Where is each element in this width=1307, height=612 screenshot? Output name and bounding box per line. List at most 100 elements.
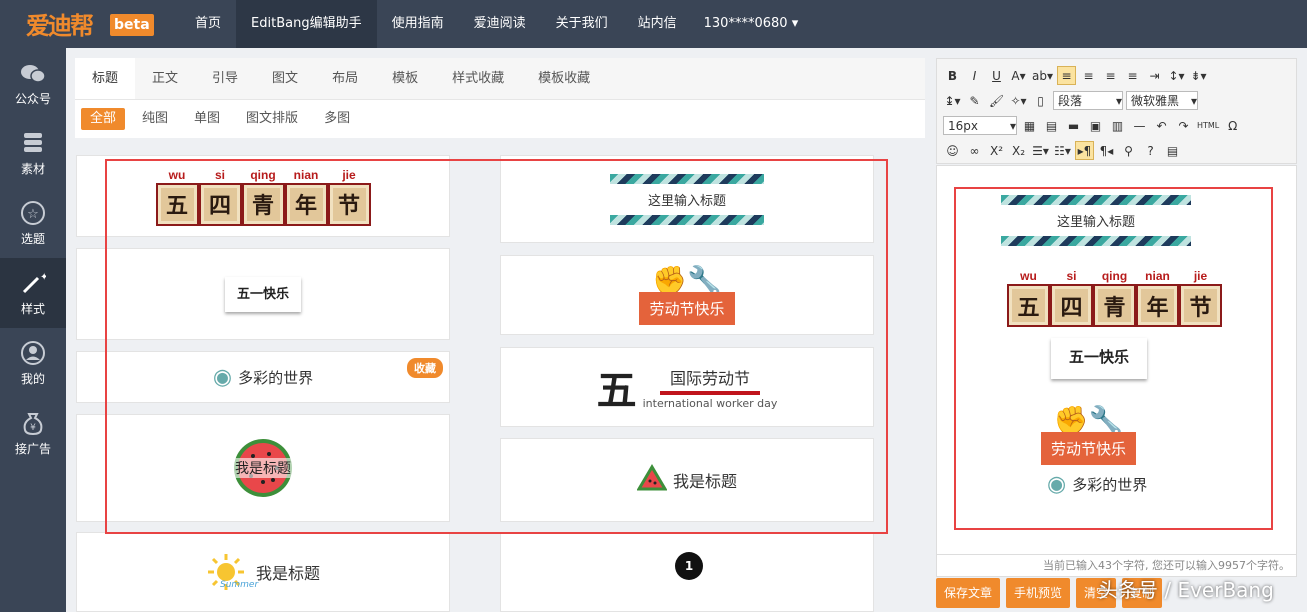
tab-title[interactable]: 标题	[75, 58, 136, 99]
hanzi-tile: 节	[1179, 284, 1222, 327]
editor-toolbar: B I U A▾ ab▾ ≡ ≡ ≡ ≡ ⇥ ↕▾ ⇟▾ ↨▾ ✎ 🖌 ✧▾ ▯…	[936, 58, 1297, 164]
rtl-icon[interactable]: ¶◂	[1097, 141, 1116, 160]
unordered-list-icon[interactable]: ☷▾	[1053, 141, 1072, 160]
tab-template[interactable]: 模板	[375, 58, 435, 99]
save-article-button[interactable]: 保存文章	[936, 578, 1001, 608]
horizontal-rule-icon[interactable]: —	[1130, 116, 1149, 135]
redo-icon[interactable]: ↷	[1174, 116, 1193, 135]
align-left-icon[interactable]: ≡	[1057, 66, 1076, 85]
page-number[interactable]: 1	[675, 552, 703, 580]
tab-template-favorites[interactable]: 模板收藏	[521, 58, 607, 99]
wechat-icon	[19, 60, 47, 86]
sidebar-item-material[interactable]: 素材	[0, 118, 66, 188]
editor-may-day: 五一快乐	[1051, 338, 1148, 379]
tab-style-favorites[interactable]: 样式收藏	[435, 58, 521, 99]
find-icon[interactable]: ⚲	[1119, 141, 1138, 160]
filter-image-text-layout[interactable]: 图文排版	[237, 108, 307, 130]
font-size-select[interactable]: 16px ▾	[943, 116, 1017, 135]
italic-icon[interactable]: I	[965, 66, 984, 85]
svg-text:✦: ✦	[40, 272, 46, 283]
top-nav: 首页 EditBang编辑助手 使用指南 爱迪阅读 关于我们 站内信 130**…	[180, 0, 810, 48]
paragraph-value: 段落	[1058, 94, 1083, 108]
tab-layout[interactable]: 布局	[315, 58, 375, 99]
underline-icon[interactable]: U	[987, 66, 1006, 85]
align-center-icon[interactable]: ≡	[1079, 66, 1098, 85]
ordered-list-icon[interactable]: ☰▾	[1031, 141, 1050, 160]
money-bag-icon: ¥	[19, 410, 47, 436]
page-icon[interactable]: ▥	[1108, 116, 1127, 135]
filter-tabs: 全部 纯图 单图 图文排版 多图	[75, 100, 925, 138]
align-justify-icon[interactable]: ≡	[1123, 66, 1142, 85]
filter-single-image[interactable]: 单图	[185, 108, 229, 130]
nav-messages[interactable]: 站内信	[623, 0, 692, 48]
subscript-icon[interactable]: X₂	[1009, 141, 1028, 160]
pinyin: wu	[1020, 269, 1037, 283]
nav-home[interactable]: 首页	[180, 0, 236, 48]
filter-all[interactable]: 全部	[81, 108, 126, 130]
line-height-icon[interactable]: ↕▾	[1167, 66, 1186, 85]
indent-icon[interactable]: ⇥	[1145, 66, 1164, 85]
filter-multi-image[interactable]: 多图	[315, 108, 359, 130]
multi-image-icon[interactable]: ▣	[1086, 116, 1105, 135]
zigzag-border-top	[1001, 195, 1191, 205]
nav-editbang[interactable]: EditBang编辑助手	[236, 0, 377, 48]
template-card-summer[interactable]: Summer 我是标题	[76, 532, 450, 612]
html-icon[interactable]: HTML	[1196, 116, 1220, 135]
sidebar-label: 样式	[20, 301, 45, 316]
eraser-icon[interactable]: ✎	[965, 91, 984, 110]
font-select[interactable]: 微软雅黑 ▾	[1126, 91, 1198, 110]
pinyin: qing	[1101, 269, 1128, 283]
sun-icon: Summer	[206, 552, 258, 592]
bold-icon[interactable]: B	[943, 66, 962, 85]
filter-pure-image[interactable]: 纯图	[133, 108, 177, 130]
row-spacing-icon[interactable]: ↨▾	[943, 91, 962, 110]
superscript-icon[interactable]: X²	[987, 141, 1006, 160]
sidebar-label: 接广告	[14, 441, 51, 456]
help-icon[interactable]: ?	[1141, 141, 1160, 160]
editor-youth-day: wu 五 si 四 qing 青 nian 年 jie 节	[1007, 268, 1222, 327]
svg-text:¥: ¥	[30, 423, 36, 433]
tab-guide[interactable]: 引导	[195, 58, 255, 99]
sidebar-item-mine[interactable]: 我的	[0, 328, 66, 398]
tab-image-text[interactable]: 图文	[255, 58, 315, 99]
image-text-icon[interactable]: ▤	[1042, 116, 1061, 135]
svg-text:☆: ☆	[27, 207, 39, 222]
mobile-preview-button[interactable]: 手机预览	[1006, 578, 1071, 608]
pinyin: nian	[1145, 269, 1170, 283]
sidebar-item-styles[interactable]: ✦ 样式	[0, 258, 66, 328]
nav-about[interactable]: 关于我们	[541, 0, 623, 48]
sidebar-item-wechat[interactable]: 公众号	[0, 48, 66, 118]
paragraph-spacing-icon[interactable]: ⇟▾	[1189, 66, 1208, 85]
image-icon[interactable]: ▬	[1064, 116, 1083, 135]
material-icon	[19, 130, 47, 156]
paragraph-select[interactable]: 段落 ▾	[1053, 91, 1123, 110]
editor-canvas[interactable]: 这里输入标题 wu 五 si 四 qing 青 nian 年 jie 节 五一快乐 ✊🔧 …	[936, 165, 1297, 555]
font-value: 微软雅黑	[1131, 94, 1180, 108]
document-icon[interactable]: ▯	[1031, 91, 1050, 110]
pinyin: jie	[1193, 269, 1208, 283]
brand-logo[interactable]: 爱迪帮	[26, 6, 94, 41]
emoji-icon[interactable]: ☺	[943, 141, 962, 160]
sidebar-item-ads[interactable]: ¥ 接广告	[0, 398, 66, 468]
hanzi-tile: 年	[1136, 284, 1179, 327]
highlight-icon[interactable]: ab▾	[1031, 66, 1054, 85]
paste-icon[interactable]: ▤	[1163, 141, 1182, 160]
tab-body[interactable]: 正文	[135, 58, 195, 99]
align-right-icon[interactable]: ≡	[1101, 66, 1120, 85]
sidebar-item-topics[interactable]: ☆ 选题	[0, 188, 66, 258]
nav-reading[interactable]: 爱迪阅读	[459, 0, 541, 48]
pinyin: si	[1066, 269, 1077, 283]
user-menu[interactable]: 130****0680 ▾	[692, 0, 811, 48]
font-color-icon[interactable]: A▾	[1009, 66, 1028, 85]
format-brush-icon[interactable]: 🖌	[987, 91, 1006, 110]
table-icon[interactable]: ▦	[1020, 116, 1039, 135]
nav-guide[interactable]: 使用指南	[377, 0, 459, 48]
link-icon[interactable]: ∞	[965, 141, 984, 160]
selection-highlight	[105, 159, 888, 534]
category-tabs: 标题 正文 引导 图文 布局 模板 样式收藏 模板收藏	[75, 58, 925, 100]
undo-icon[interactable]: ↶	[1152, 116, 1171, 135]
clear-format-icon[interactable]: ✧▾	[1009, 91, 1028, 110]
font-size-value: 16px	[948, 118, 978, 133]
omega-icon[interactable]: Ω	[1223, 116, 1242, 135]
ltr-icon[interactable]: ▸¶	[1075, 141, 1094, 160]
